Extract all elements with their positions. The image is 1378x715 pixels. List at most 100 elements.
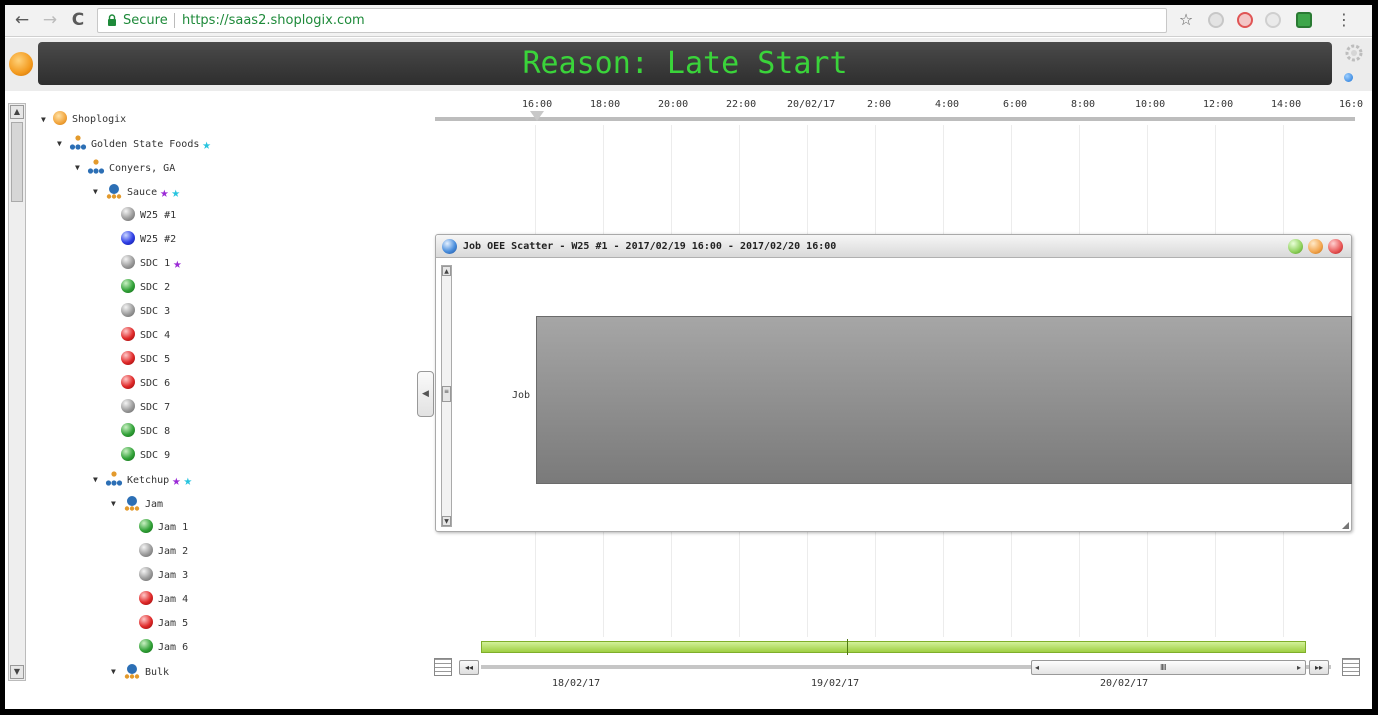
status-ball-icon (121, 351, 135, 365)
expand-arrow-icon[interactable]: ▼ (111, 495, 123, 513)
scroll-up-icon[interactable]: ▲ (442, 266, 451, 276)
tree-node-machine[interactable]: SDC 8 (121, 423, 170, 441)
tree-node-machine[interactable]: Jam 2 (139, 543, 188, 561)
expand-arrow-icon[interactable]: ▼ (93, 183, 105, 201)
tree-label: Jam 2 (158, 546, 189, 557)
window-titlebar[interactable]: Job OEE Scatter - W25 #1 - 2017/02/19 16… (436, 235, 1351, 258)
purple-star-icon[interactable]: ★ (173, 257, 181, 271)
time-tick-label: 4:00 (935, 99, 960, 110)
tree-node-shoplogix[interactable]: ▼ Shoplogix (41, 111, 126, 129)
tree-node-ketchup[interactable]: ▼ Ketchup ★ ★ (93, 471, 192, 489)
tree-node-jam[interactable]: ▼ Jam (111, 495, 163, 513)
cyan-star-icon[interactable]: ★ (172, 186, 180, 200)
tree-node-machine[interactable]: SDC 2 (121, 279, 170, 297)
tree-node-machine[interactable]: SDC 7 (121, 399, 170, 417)
range-date-label: 19/02/17 (811, 678, 860, 689)
tree-node-conyers-ga[interactable]: ▼ Conyers, GA (75, 159, 175, 177)
shoplogix-logo-icon[interactable] (9, 52, 33, 76)
green-extension-icon[interactable] (1296, 12, 1312, 28)
tree-node-machine[interactable]: SDC 3 (121, 303, 170, 321)
back-icon[interactable]: ← (11, 9, 33, 31)
range-window-thumb[interactable]: ◂ IIII ▸ (1031, 660, 1306, 675)
tree-node-machine[interactable]: SDC 6 (121, 375, 170, 393)
tree-node-machine[interactable]: W25 #1 (121, 207, 176, 225)
purple-star-icon[interactable]: ★ (172, 474, 180, 488)
gear-icon[interactable] (1343, 42, 1365, 64)
tree-node-machine[interactable]: Jam 6 (139, 639, 188, 657)
time-tick-label: 10:00 (1135, 99, 1166, 110)
tree-scrollbar[interactable]: ▲ ▼ (8, 103, 26, 681)
bookmark-star-icon[interactable]: ☆ (1175, 9, 1197, 31)
window-icon (442, 239, 457, 254)
tree-label: Ketchup (127, 475, 170, 486)
time-tick-label: 6:00 (1003, 99, 1028, 110)
status-ball-icon (121, 303, 135, 317)
job-oee-scatter-window: Job OEE Scatter - W25 #1 - 2017/02/19 16… (435, 234, 1352, 532)
expand-arrow-icon[interactable]: ▼ (75, 159, 87, 177)
cyan-star-icon[interactable]: ★ (202, 138, 210, 152)
page-title: Reason: Late Start (522, 46, 848, 81)
blocked-extension-icon[interactable] (1237, 12, 1253, 28)
status-ball-icon (139, 567, 153, 581)
expand-arrow-icon[interactable]: ▼ (57, 135, 69, 153)
tree-node-machine[interactable]: Jam 1 (139, 519, 188, 537)
url-text[interactable]: https://saas2.shoplogix.com (182, 9, 365, 32)
scroll-thumb[interactable] (11, 122, 23, 202)
maximize-icon[interactable] (1308, 239, 1323, 254)
tree-label: SDC 7 (140, 402, 171, 413)
tree-node-golden-state-foods[interactable]: ▼ Golden State Foods ★ (57, 135, 211, 153)
shield-extension-icon[interactable] (1208, 12, 1224, 28)
disabled-extension-icon[interactable] (1265, 12, 1281, 28)
expand-arrow-icon[interactable]: ▼ (111, 663, 123, 681)
tree-node-sauce[interactable]: ▼ Sauce ★ ★ (93, 183, 180, 201)
purple-star-icon[interactable]: ★ (160, 186, 168, 200)
calendar-end-icon[interactable] (1342, 658, 1360, 676)
tree-node-machine[interactable]: Jam 4 (139, 591, 188, 609)
tree-node-machine[interactable]: W25 #2 (121, 231, 176, 249)
scroll-down-icon[interactable]: ▼ (10, 665, 24, 679)
cyan-star-icon[interactable]: ★ (184, 474, 192, 488)
status-ball-icon (139, 543, 153, 557)
time-slider-handle[interactable] (530, 111, 544, 121)
calendar-start-icon[interactable] (434, 658, 452, 676)
browser-menu-icon[interactable]: ⋮ (1333, 9, 1355, 31)
address-bar[interactable]: Secure https://saas2.shoplogix.com (97, 8, 1167, 33)
tree-node-bulk[interactable]: ▼ Bulk (111, 663, 169, 681)
scroll-up-icon[interactable]: ▲ (10, 105, 24, 119)
close-icon[interactable] (1328, 239, 1343, 254)
tree-label: W25 #2 (140, 234, 177, 245)
collapse-panel-button[interactable]: ◀ (417, 371, 434, 417)
organization-icon (69, 135, 87, 150)
range-last-button[interactable]: ▸▸ (1309, 660, 1329, 675)
scroll-thumb[interactable]: ≡ (442, 386, 451, 402)
scroll-down-icon[interactable]: ▼ (442, 516, 451, 526)
job-bar[interactable] (536, 316, 1352, 484)
range-next-icon[interactable]: ▸ (1297, 661, 1301, 674)
status-ball-icon (139, 519, 153, 533)
shoplogix-node-icon (53, 111, 67, 125)
minimize-icon[interactable] (1288, 239, 1303, 254)
tree-node-machine[interactable]: SDC 5 (121, 351, 170, 369)
tree-node-machine[interactable]: SDC 4 (121, 327, 170, 345)
address-separator (174, 13, 175, 28)
tree-node-machine[interactable]: Jam 3 (139, 567, 188, 585)
status-ball-icon (121, 375, 135, 389)
range-first-button[interactable]: ◂◂ (459, 660, 479, 675)
status-ball-icon (121, 399, 135, 413)
status-ball-icon (121, 231, 135, 245)
range-overview-bar[interactable] (481, 641, 1306, 653)
forward-icon[interactable]: → (39, 9, 61, 31)
window-scrollbar[interactable]: ▲ ≡ ▼ (441, 265, 452, 527)
reload-icon[interactable]: C (67, 9, 89, 31)
tree-label: SDC 4 (140, 330, 171, 341)
time-tick-label: 20:00 (658, 99, 689, 110)
expand-arrow-icon[interactable]: ▼ (41, 111, 53, 129)
tree-node-machine[interactable]: Jam 5 (139, 615, 188, 633)
tree-node-machine[interactable]: SDC 9 (121, 447, 170, 465)
expand-arrow-icon[interactable]: ▼ (93, 471, 105, 489)
status-ball-icon (139, 615, 153, 629)
tree-node-machine[interactable]: SDC 1 ★ (121, 255, 182, 273)
time-slider-track[interactable] (435, 117, 1355, 121)
resize-grip-icon[interactable] (1342, 522, 1349, 529)
range-prev-icon[interactable]: ◂ (1035, 661, 1039, 674)
